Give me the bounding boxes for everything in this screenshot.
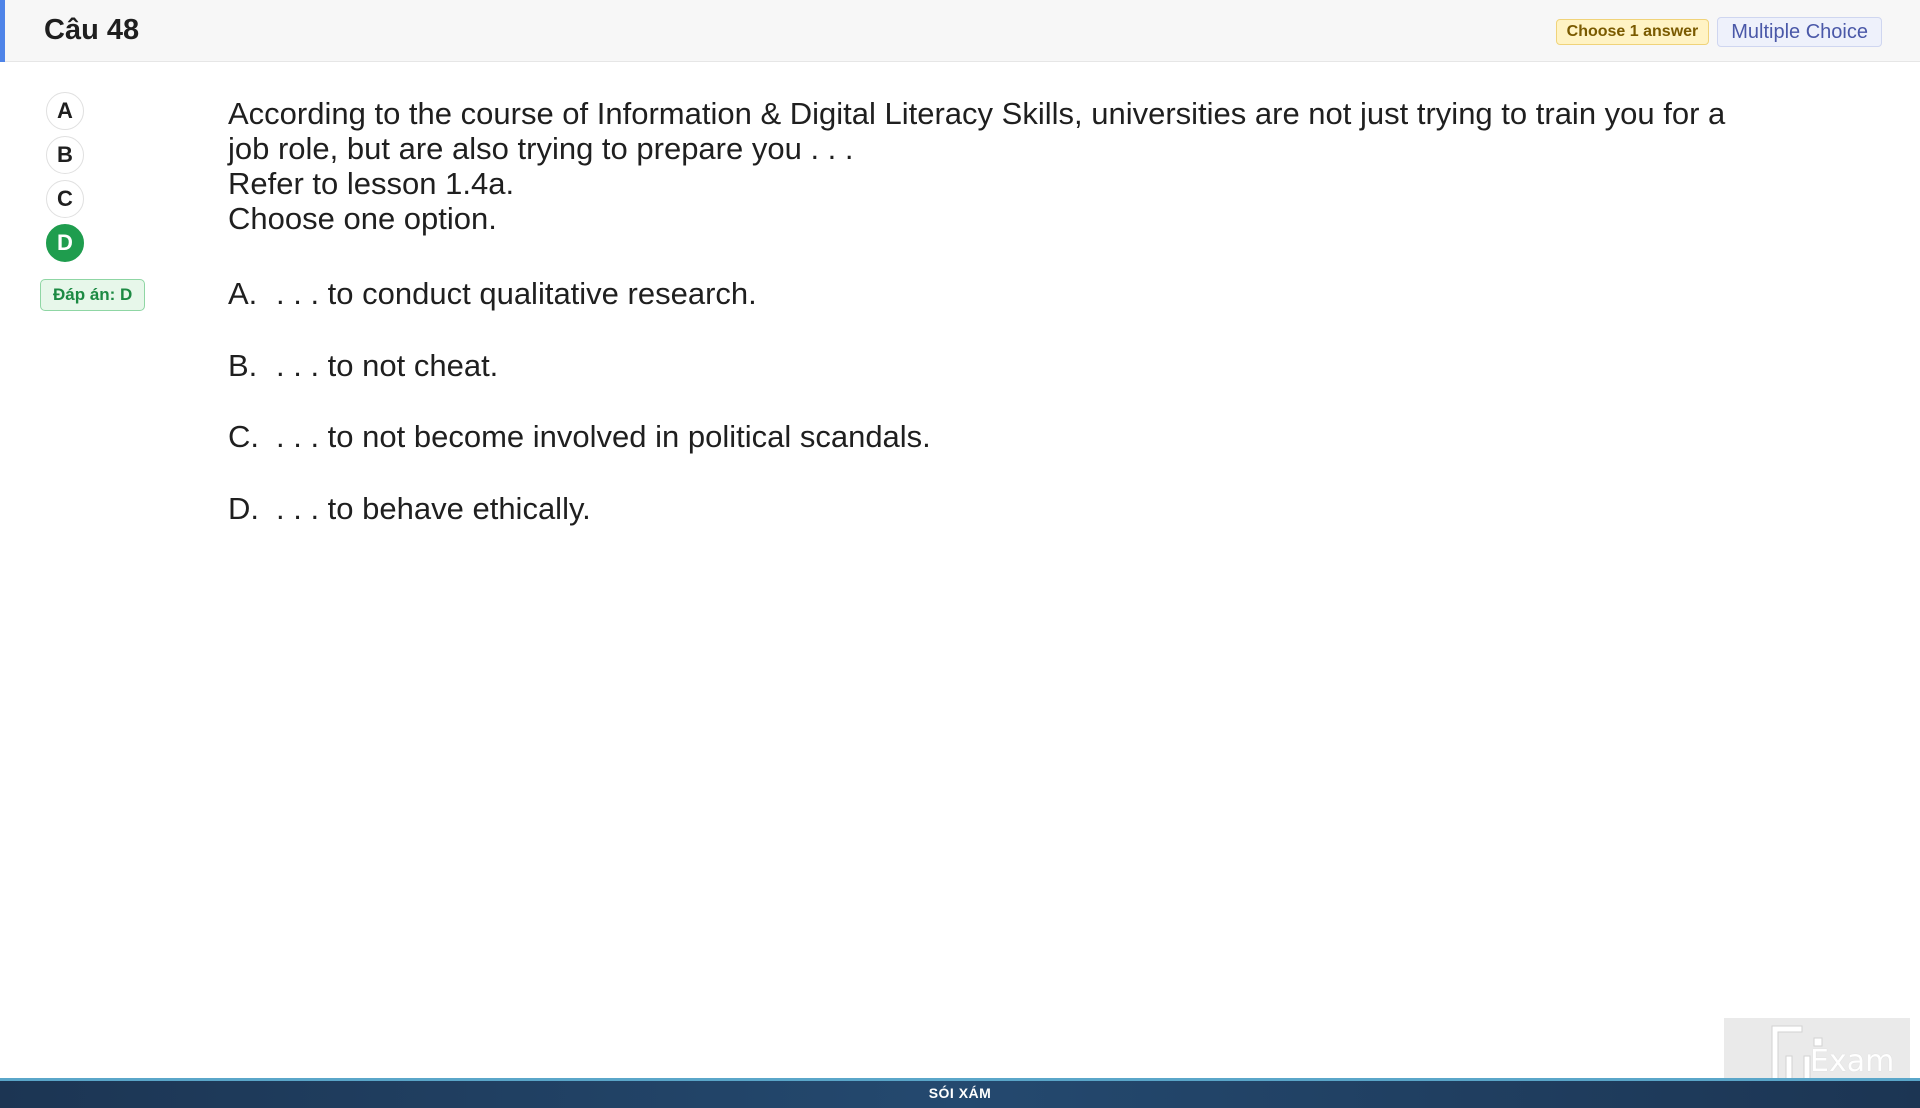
choice-text: . . . to conduct qualitative research. bbox=[276, 276, 757, 311]
choice-letter: B. bbox=[228, 347, 258, 383]
answer-choices-list: A. . . . to conduct qualitative research… bbox=[228, 276, 931, 562]
question-line: Refer to lesson 1.4a. bbox=[228, 166, 515, 201]
choice-letter: C. bbox=[228, 419, 259, 454]
choice-letter: A. bbox=[228, 276, 258, 311]
question-line: job role, but are also trying to prepare… bbox=[228, 131, 854, 166]
question-title: Câu 48 bbox=[44, 14, 140, 46]
question-type-badge: Multiple Choice bbox=[1717, 17, 1882, 47]
option-c-button[interactable]: C bbox=[46, 180, 84, 218]
choice-c[interactable]: C. . . . to not become involved in polit… bbox=[228, 419, 931, 491]
header-badges: Choose 1 answer Multiple Choice bbox=[1555, 17, 1882, 47]
choose-count-badge: Choose 1 answer bbox=[1555, 19, 1710, 45]
logo-wordmark: Exam bbox=[1810, 1044, 1895, 1079]
question-page: Câu 48 Choose 1 answer Multiple Choice A… bbox=[0, 0, 1920, 1108]
answer-option-selector: A B C D bbox=[46, 92, 86, 268]
choice-d[interactable]: D. . . . to behave ethically. bbox=[228, 491, 931, 563]
question-header: Câu 48 Choose 1 answer Multiple Choice bbox=[0, 0, 1920, 62]
question-line: Choose one option. bbox=[228, 201, 497, 236]
choice-letter: D. bbox=[228, 490, 259, 526]
header-accent-bar bbox=[0, 0, 5, 62]
choice-text: . . . to behave ethically. bbox=[276, 490, 591, 526]
option-d-button[interactable]: D bbox=[46, 224, 84, 262]
choice-text: . . . to not become involved in politica… bbox=[276, 419, 931, 454]
choice-text: . . . to not cheat. bbox=[276, 347, 499, 383]
option-b-button[interactable]: B bbox=[46, 136, 84, 174]
footer-bar: SÓI XÁM bbox=[0, 1078, 1920, 1108]
question-line: According to the course of Information &… bbox=[228, 96, 1726, 131]
choice-b[interactable]: B. . . . to not cheat. bbox=[228, 348, 931, 420]
question-text: According to the course of Information &… bbox=[228, 96, 1798, 236]
choice-a[interactable]: A. . . . to conduct qualitative research… bbox=[228, 276, 931, 348]
option-a-button[interactable]: A bbox=[46, 92, 84, 130]
correct-answer-badge: Đáp án: D bbox=[40, 279, 146, 311]
footer-label: SÓI XÁM bbox=[928, 1085, 992, 1101]
